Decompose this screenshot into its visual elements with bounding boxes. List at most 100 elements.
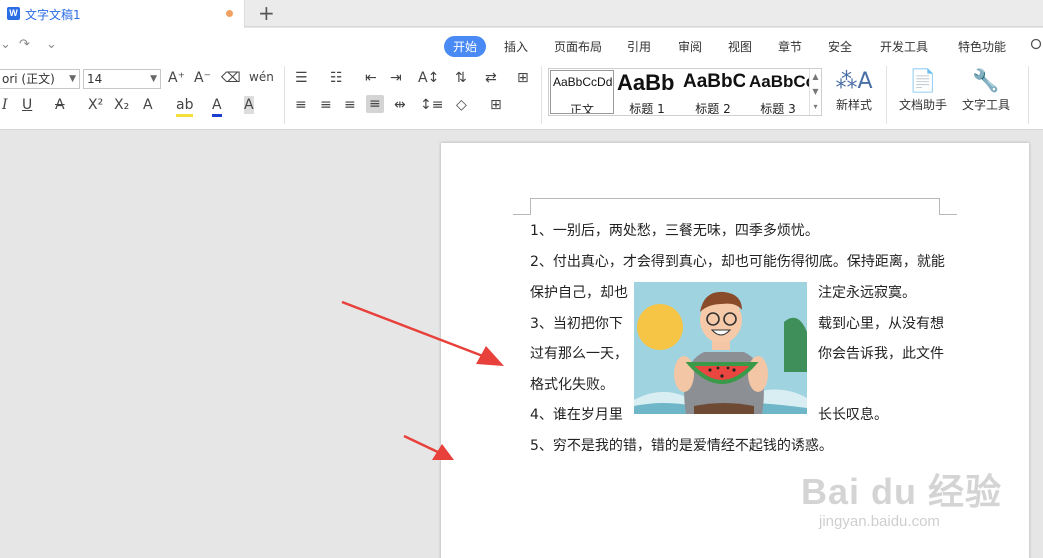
menu-chapter[interactable]: 章节 [778,38,802,55]
menu-bar: ⌄ ↷ ⌄ 开始 插入 页面布局 引用 审阅 视图 章节 安全 开发工具 特色功… [0,28,1043,60]
header-corner [939,214,957,215]
new-tab-button[interactable]: + [258,1,275,25]
bullet-list-icon[interactable]: ☰ [295,69,308,87]
paragraph-line[interactable]: 4、谁在岁月里 [530,404,623,424]
new-style-icon: ⁂A [835,69,873,94]
style-preview: AaBbC [683,71,745,92]
doc-helper-icon: 📄 [909,69,937,94]
menu-special[interactable]: 特色功能 [958,38,1006,55]
customize-quickbar-icon[interactable]: ⌄ [46,37,57,52]
strikethrough-icon[interactable]: A [55,96,65,114]
menu-view[interactable]: 视图 [728,38,752,55]
paragraph-line[interactable]: 过有那么一天， [530,343,628,363]
distribute-icon[interactable]: ⇹ [394,96,406,114]
style-preview: AaBb [617,70,675,95]
divider [1028,66,1029,124]
watermark-brand: Bai du 经验 [801,471,1003,512]
align-center-icon[interactable]: ≡ [320,96,332,114]
paragraph-line[interactable]: 保护自己，却也 [530,282,628,302]
paragraph-line[interactable]: 你会告诉我，此文件 [818,343,944,363]
style-preview: AaBbCc [749,72,809,91]
unsaved-dot-icon [226,10,233,17]
justify-icon[interactable]: ≡ [366,95,384,113]
style-heading-2[interactable]: AaBbC 标题 2 [681,70,745,114]
header-corner [513,214,531,215]
style-name: 标题 3 [760,102,796,114]
doc-helper-label: 文档助手 [898,98,947,112]
table-border-icon[interactable]: ⊞ [517,69,529,87]
text-tools-label: 文字工具 [961,98,1010,112]
paragraph-line[interactable]: 2、付出真心，才会得到真心，却也可能伤得彻底。保持距离，就能 [530,251,945,271]
align-left-icon[interactable]: ≡ [295,96,307,114]
sort-icon[interactable]: ⇅ [455,69,467,87]
chevron-down-icon: ▼ [150,74,157,84]
shrink-font-icon[interactable]: A⁻ [194,69,211,87]
redo-icon[interactable]: ↷ [19,37,30,52]
document-page[interactable]: 1、一别后，两处愁，三餐无味，四季多烦忧。 2、付出真心，才会得到真心，却也可能… [441,143,1029,558]
search-icon[interactable] [1030,38,1043,51]
menu-insert[interactable]: 插入 [504,38,528,55]
clear-format-icon[interactable]: ⌫ [221,69,241,87]
paragraph-line[interactable]: 注定永远寂寞。 [818,282,916,302]
menu-developer[interactable]: 开发工具 [880,38,928,55]
new-style-label: 新样式 [835,98,872,112]
menu-page-layout[interactable]: 页面布局 [554,38,602,55]
menu-security[interactable]: 安全 [828,38,852,55]
text-effect-icon[interactable]: A [143,96,153,114]
new-style-button[interactable]: ⁂A 新样式 [828,68,880,113]
italic-icon[interactable]: I [2,96,8,114]
char-shading-icon[interactable]: A [244,96,254,114]
font-size-select[interactable]: 14 ▼ [83,69,161,89]
ribbon-toolbar: ori (正文) ▼ 14 ▼ A⁺ A⁻ ⌫ wén I U A X² X₂ A … [0,60,1043,130]
document-tab-title: 文字文稿1 [25,8,81,22]
underline-icon[interactable]: U [22,96,32,114]
style-name: 正文 [569,103,594,114]
styles-scroll[interactable]: ▲ ▼ ▾ [809,69,821,115]
paragraph-line[interactable]: 格式化失败。 [530,374,614,394]
font-color-icon[interactable]: A [212,96,222,117]
paragraph-line[interactable]: 5、穷不是我的错，错的是爱情经不起钱的诱惑。 [530,435,833,455]
paragraph-line[interactable]: 载到心里，从没有想 [818,313,944,333]
grow-font-icon[interactable]: A⁺ [168,69,185,87]
menu-references[interactable]: 引用 [627,38,651,55]
subscript-icon[interactable]: X₂ [114,96,129,114]
red-arrow-icon [403,434,454,460]
align-right-icon[interactable]: ≡ [344,96,356,114]
watermark-url: jingyan.baidu.com [819,513,940,530]
header-corner [530,198,531,214]
phonetic-guide-icon[interactable]: wén [249,68,274,86]
numbered-list-icon[interactable]: ☷ [330,69,343,87]
doc-helper-button[interactable]: 📄 文档助手 [896,68,950,113]
chevron-down-icon: ▼ [69,74,76,84]
document-tab[interactable]: W 文字文稿1 [0,0,245,28]
style-normal[interactable]: AaBbCcDd 正文 [550,70,614,114]
header-boundary [530,198,940,199]
tab-bar: W 文字文稿1 + [0,0,1043,28]
style-name: 标题 1 [629,102,665,114]
increase-indent-icon[interactable]: ⇥ [390,69,402,87]
styles-gallery: AaBbCcDd 正文 AaBb 标题 1 AaBbC 标题 2 AaBbCc … [548,68,822,116]
line-spacing-icon[interactable]: ↕≡ [420,96,443,114]
font-name-select[interactable]: ori (正文) ▼ [0,69,80,89]
show-marks-icon[interactable]: ⇄ [485,69,497,87]
paragraph-line[interactable]: 3、当初把你下 [530,313,623,333]
quick-dropdown-icon[interactable]: ⌄ [0,37,11,52]
style-heading-1[interactable]: AaBb 标题 1 [615,70,679,114]
shading-icon[interactable]: ◇ [456,96,467,114]
header-corner [939,198,940,214]
paragraph-line[interactable]: 长长叹息。 [818,404,888,424]
highlight-icon[interactable]: ab [176,96,194,117]
superscript-icon[interactable]: X² [88,96,103,114]
paragraph-line[interactable]: 1、一别后，两处愁，三餐无味，四季多烦忧。 [530,220,819,240]
text-direction-icon[interactable]: A↕ [418,69,439,87]
menu-home[interactable]: 开始 [444,36,487,57]
red-arrow-icon [341,300,504,366]
text-tools-button[interactable]: 🔧 文字工具 [955,68,1017,113]
style-heading-3[interactable]: AaBbCc 标题 3 [747,70,809,114]
menu-review[interactable]: 审阅 [678,38,702,55]
divider [886,66,887,124]
decrease-indent-icon[interactable]: ⇤ [365,69,377,87]
borders-icon[interactable]: ⊞ [490,96,502,114]
inserted-image[interactable] [634,282,807,414]
divider [541,66,542,124]
